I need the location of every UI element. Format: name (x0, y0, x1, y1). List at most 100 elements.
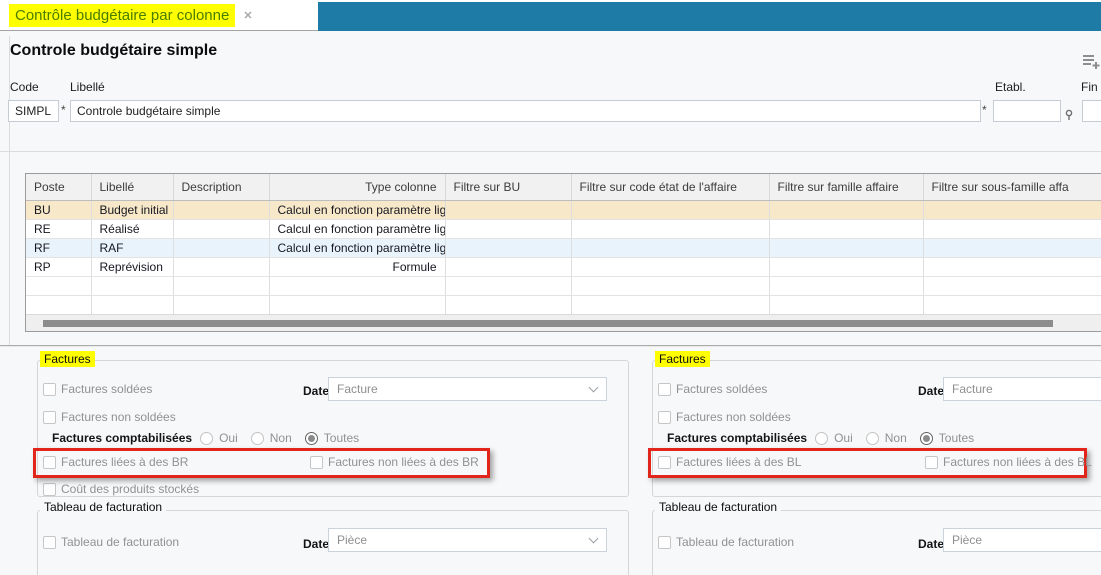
factures-liees-checkbox[interactable] (658, 456, 671, 469)
radio-oui[interactable] (815, 432, 828, 445)
horizontal-scrollbar[interactable] (26, 314, 1101, 331)
libelle-label: Libellé (70, 80, 105, 94)
tableau-date-dropdown[interactable]: Pièce (943, 528, 1101, 552)
factures-non-liees-row[interactable]: Factures non liées à des BR (310, 455, 479, 469)
cell-type-colonne: Calcul en fonction paramètre ligne (269, 238, 445, 257)
table-row-re[interactable]: RE Réalisé Calcul en fonction paramètre … (26, 219, 1101, 238)
date-label: Date (303, 384, 329, 398)
factures-non-soldees-checkbox[interactable] (658, 411, 671, 424)
table-row-rf[interactable]: RF RAF Calcul en fonction paramètre lign… (26, 238, 1101, 257)
factures-soldees-checkbox[interactable] (43, 383, 56, 396)
scrollbar-thumb[interactable] (43, 320, 1053, 327)
cout-produits-checkbox[interactable] (43, 483, 56, 496)
close-icon[interactable]: ✕ (243, 9, 252, 22)
cell-description (173, 238, 269, 257)
factures-non-liees-row[interactable]: Factures non liées à des BL (925, 455, 1092, 469)
cell-description (173, 257, 269, 276)
tableau-facturation-row[interactable]: Tableau de facturation (658, 535, 794, 549)
factures-comptabilisees-group: Factures comptabilisées Oui Non Toutes (52, 431, 366, 445)
cout-produits-label: Coût des produits stockés (61, 482, 199, 496)
tab-controle-budgetaire[interactable]: Contrôle budgétaire par colonne ✕ (0, 0, 318, 30)
radio-toutes-label: Toutes (939, 431, 974, 445)
factures-non-liees-label: Factures non liées à des BR (328, 455, 479, 469)
tableau-date-dropdown[interactable]: Pièce (328, 528, 607, 552)
factures-comptabilisees-group: Factures comptabilisées Oui Non Toutes (667, 431, 981, 445)
tableau-facturation-group-title: Tableau de facturation (655, 499, 781, 515)
col-header-filtre-famille[interactable]: Filtre sur famille affaire (769, 174, 923, 200)
tab-bar-background (318, 2, 1101, 31)
app-window: Contrôle budgétaire par colonne ✕ Contro… (0, 0, 1101, 575)
tab-title: Contrôle budgétaire par colonne (9, 4, 235, 27)
factures-non-liees-label: Factures non liées à des BL (943, 455, 1092, 469)
factures-liees-row[interactable]: Factures liées à des BR (43, 455, 188, 469)
date-label: Date (918, 537, 944, 551)
chevron-down-icon (589, 383, 599, 393)
radio-oui[interactable] (200, 432, 213, 445)
factures-non-soldees-row[interactable]: Factures non soldées (658, 410, 791, 424)
factures-soldees-checkbox[interactable] (658, 383, 671, 396)
date-dropdown[interactable]: Facture (328, 377, 607, 401)
tableau-facturation-checkbox[interactable] (43, 536, 56, 549)
factures-liees-checkbox[interactable] (43, 456, 56, 469)
col-header-filtre-sous-famille[interactable]: Filtre sur sous-famille affa (923, 174, 1101, 200)
col-header-filtre-code-etat[interactable]: Filtre sur code état de l'affaire (571, 174, 769, 200)
radio-toutes[interactable] (305, 432, 318, 445)
libelle-field[interactable] (70, 100, 981, 122)
cell-poste: RF (26, 238, 91, 257)
col-header-libelle[interactable]: Libellé (91, 174, 173, 200)
factures-panel-right: Factures Factures soldées Date Facture F… (648, 347, 1101, 575)
factures-non-soldees-checkbox[interactable] (43, 411, 56, 424)
table-row-bu[interactable]: BU Budget initial Calcul en fonction par… (26, 200, 1101, 219)
factures-non-soldees-label: Factures non soldées (61, 410, 176, 424)
add-list-icon[interactable] (1082, 53, 1100, 69)
tableau-facturation-row[interactable]: Tableau de facturation (43, 535, 179, 549)
factures-soldees-row[interactable]: Factures soldées (43, 382, 152, 396)
tableau-date-dropdown-value: Pièce (952, 533, 982, 547)
code-label: Code (10, 80, 39, 94)
factures-liees-label: Factures liées à des BL (676, 455, 801, 469)
code-field[interactable] (8, 100, 59, 122)
table-row-empty[interactable] (26, 295, 1101, 314)
cell-type-colonne: Calcul en fonction paramètre ligne (269, 219, 445, 238)
factures-liees-row[interactable]: Factures liées à des BL (658, 455, 801, 469)
table-row-empty[interactable] (26, 276, 1101, 295)
factures-group-title: Factures (655, 351, 710, 367)
radio-non[interactable] (866, 432, 879, 445)
cell-libelle: Budget initial (91, 200, 173, 219)
factures-non-liees-checkbox[interactable] (310, 456, 323, 469)
factures-soldees-label: Factures soldées (61, 382, 152, 396)
col-header-description[interactable]: Description (173, 174, 269, 200)
radio-non-label: Non (885, 431, 907, 445)
factures-soldees-label: Factures soldées (676, 382, 767, 396)
factures-soldees-row[interactable]: Factures soldées (658, 382, 767, 396)
date-label: Date (303, 537, 329, 551)
etabl-field[interactable] (993, 100, 1061, 122)
cell-poste: RP (26, 257, 91, 276)
cell-type-colonne: Calcul en fonction paramètre ligne (269, 200, 445, 219)
tableau-facturation-checkbox[interactable] (658, 536, 671, 549)
lookup-pin-icon[interactable] (1064, 109, 1074, 121)
factures-panel-left: Factures Factures soldées Date Facture F… (33, 347, 633, 575)
factures-non-liees-checkbox[interactable] (925, 456, 938, 469)
radio-non[interactable] (251, 432, 264, 445)
table-row-rp[interactable]: RP Reprévision Formule (26, 257, 1101, 276)
cell-description (173, 200, 269, 219)
cell-poste: BU (26, 200, 91, 219)
cell-type-colonne: Formule (269, 257, 445, 276)
radio-non-label: Non (270, 431, 292, 445)
factures-liees-label: Factures liées à des BR (61, 455, 188, 469)
date-dropdown[interactable]: Facture (943, 377, 1101, 401)
tableau-date-dropdown-value: Pièce (337, 533, 367, 547)
col-header-poste[interactable]: Poste (26, 174, 91, 200)
fin-field[interactable] (1082, 100, 1101, 122)
tableau-facturation-label: Tableau de facturation (61, 535, 179, 549)
col-header-type-colonne[interactable]: Type colonne (269, 174, 445, 200)
cout-produits-row[interactable]: Coût des produits stockés (43, 482, 199, 496)
factures-non-soldees-row[interactable]: Factures non soldées (43, 410, 176, 424)
date-dropdown-value: Facture (952, 382, 993, 396)
factures-group-title: Factures (40, 351, 95, 367)
chevron-down-icon (589, 534, 599, 544)
cell-libelle: Réalisé (91, 219, 173, 238)
radio-toutes[interactable] (920, 432, 933, 445)
col-header-filtre-bu[interactable]: Filtre sur BU (445, 174, 571, 200)
